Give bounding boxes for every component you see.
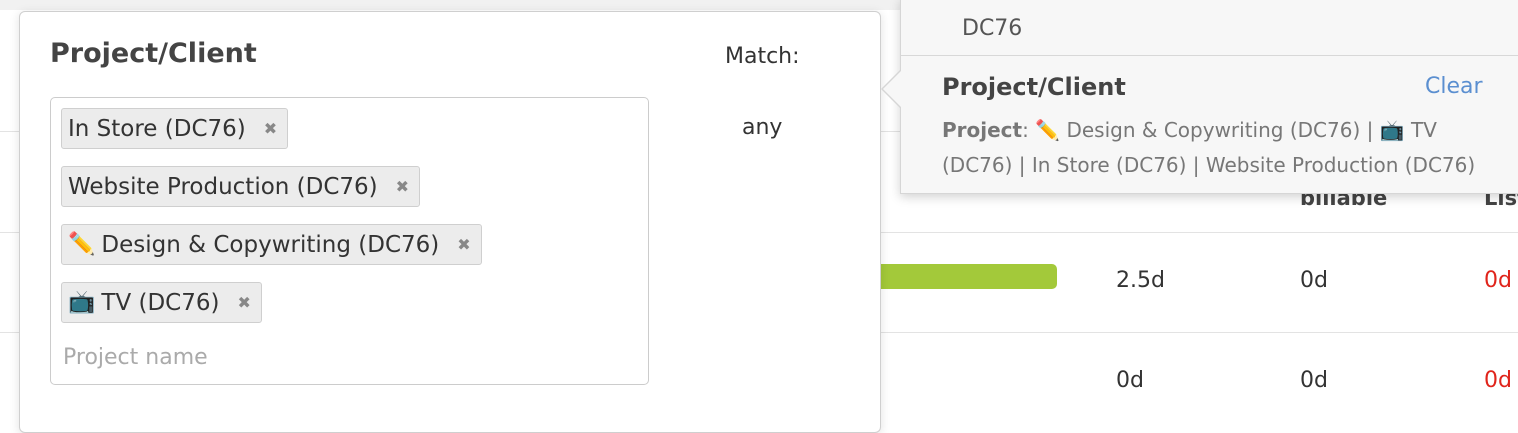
row-1-cell-3: 0d: [1484, 268, 1512, 293]
remove-tag-icon[interactable]: ✖: [457, 235, 470, 254]
pencil-icon: ✏️: [68, 232, 96, 257]
tv-icon: 📺: [68, 290, 96, 315]
clear-filter-link[interactable]: Clear: [1425, 74, 1483, 99]
tag-label: Website Production (DC76): [68, 173, 378, 200]
tag-label: Design & Copywriting (DC76): [101, 231, 440, 258]
remove-tag-icon[interactable]: ✖: [396, 177, 409, 196]
filter-summary: Project: ✏️ Design & Copywriting (DC76) …: [942, 118, 1476, 177]
match-mode-toggle[interactable]: any: [742, 115, 782, 140]
project-client-filter-popover: Project/Client Match: any In Store (DC76…: [19, 11, 881, 433]
filter-summary-tooltip: DC76 Project/Client Clear Project: ✏️ De…: [881, 0, 1518, 194]
project-tag: In Store (DC76) ✖: [61, 108, 289, 149]
project-tag: Website Production (DC76) ✖: [61, 166, 421, 207]
summary-label: Project: [942, 118, 1023, 142]
row-2-cell-2: 0d: [1300, 368, 1328, 393]
summary-text: ✏️ Design & Copywriting (DC76) | 📺 TV (D…: [942, 118, 1476, 177]
tooltip-title: Project/Client: [942, 73, 1126, 101]
row-1-cell-2: 0d: [1300, 268, 1328, 293]
popover-title: Project/Client: [50, 38, 257, 69]
tooltip-arrow-inner: [883, 70, 902, 108]
tag-label: TV (DC76): [101, 289, 220, 316]
remove-tag-icon[interactable]: ✖: [237, 293, 250, 312]
tooltip-workspace-bar: DC76: [901, 0, 1518, 56]
project-tag-input-box[interactable]: In Store (DC76) ✖ Website Production (DC…: [50, 97, 649, 385]
project-tag: ✏️ Design & Copywriting (DC76) ✖: [61, 224, 482, 265]
project-tag: 📺 TV (DC76) ✖: [61, 282, 262, 323]
remove-tag-icon[interactable]: ✖: [264, 119, 277, 138]
row-2-cell-1: 0d: [1116, 368, 1144, 393]
row-1-cell-1: 2.5d: [1116, 268, 1165, 293]
tag-label: In Store (DC76): [68, 115, 246, 142]
row-2-cell-3: 0d: [1484, 368, 1512, 393]
match-label: Match:: [725, 44, 800, 69]
progress-bar: [860, 264, 1057, 289]
project-name-input[interactable]: [61, 338, 625, 376]
workspace-name: DC76: [962, 16, 1023, 41]
